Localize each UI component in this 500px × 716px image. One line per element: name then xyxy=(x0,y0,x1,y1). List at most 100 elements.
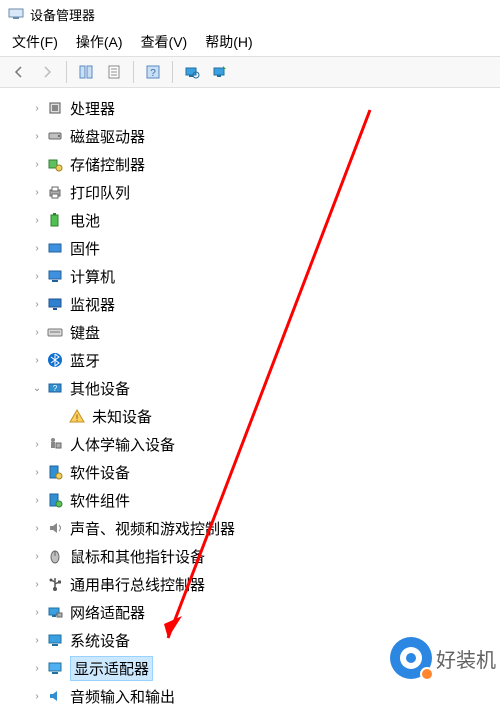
chevron-right-icon[interactable]: › xyxy=(30,549,44,563)
titlebar: 设备管理器 xyxy=(0,0,500,28)
tree-item-keyboard[interactable]: › 键盘 xyxy=(30,318,500,346)
tree-item-audio[interactable]: › 音频输入和输出 xyxy=(30,682,500,710)
chevron-right-icon[interactable]: › xyxy=(30,325,44,339)
chevron-right-icon[interactable]: › xyxy=(30,661,44,675)
tree-item-computer[interactable]: › 计算机 xyxy=(30,262,500,290)
tree-item-label: 计算机 xyxy=(70,266,115,287)
tree-item-label: 固件 xyxy=(70,238,100,259)
tree-item-network[interactable]: › 网络适配器 xyxy=(30,598,500,626)
tree-item-label: 网络适配器 xyxy=(70,602,145,623)
computer-icon xyxy=(46,267,64,285)
separator xyxy=(133,61,134,83)
chevron-right-icon[interactable]: › xyxy=(30,521,44,535)
tree-item-bluetooth[interactable]: › 蓝牙 xyxy=(30,346,500,374)
scan-hardware-button[interactable] xyxy=(179,59,205,85)
window-title: 设备管理器 xyxy=(30,5,95,24)
mouse-icon xyxy=(46,547,64,565)
tree-item-label: 鼠标和其他指针设备 xyxy=(70,546,205,567)
tree-item-usb[interactable]: › 通用串行总线控制器 xyxy=(30,570,500,598)
component-icon xyxy=(46,491,64,509)
tree-item-battery[interactable]: › 电池 xyxy=(30,206,500,234)
monitor-icon xyxy=(46,295,64,313)
watermark-logo xyxy=(390,637,432,679)
tree-item-label: 打印队列 xyxy=(70,182,130,203)
tree-item-other[interactable]: ⌄ ? 其他设备 xyxy=(30,374,500,402)
chevron-right-icon[interactable]: › xyxy=(30,465,44,479)
tree-item-cpu[interactable]: › 处理器 xyxy=(30,94,500,122)
tree-item-label: 其他设备 xyxy=(70,378,130,399)
chevron-right-icon[interactable]: › xyxy=(30,157,44,171)
sound-icon xyxy=(46,519,64,537)
tree-item-label: 通用串行总线控制器 xyxy=(70,574,205,595)
hid-icon xyxy=(46,435,64,453)
battery-icon xyxy=(46,211,64,229)
tree-item-label: 软件组件 xyxy=(70,490,130,511)
tree-item-label: 键盘 xyxy=(70,322,100,343)
help-button[interactable]: ? xyxy=(140,59,166,85)
firmware-icon xyxy=(46,239,64,257)
tree-item-label: 人体学输入设备 xyxy=(70,434,175,455)
svg-text:?: ? xyxy=(53,384,58,393)
chevron-right-icon[interactable]: › xyxy=(30,605,44,619)
chevron-right-icon[interactable]: › xyxy=(30,353,44,367)
tree-item-firmware[interactable]: › 固件 xyxy=(30,234,500,262)
watermark: 好装机 xyxy=(390,637,496,679)
tree-item-mouse[interactable]: › 鼠标和其他指针设备 xyxy=(30,542,500,570)
chevron-right-icon[interactable]: › xyxy=(30,185,44,199)
other-icon: ? xyxy=(46,379,64,397)
chevron-right-icon[interactable]: › xyxy=(30,577,44,591)
audio-icon xyxy=(46,687,64,705)
storage-icon xyxy=(46,155,64,173)
tree-item-label: 未知设备 xyxy=(92,406,152,427)
tree-item-unknown[interactable]: ! 未知设备 xyxy=(30,402,500,430)
menu-file[interactable]: 文件(F) xyxy=(12,32,58,52)
chevron-right-icon[interactable]: › xyxy=(30,689,44,703)
tree-item-monitor[interactable]: › 监视器 xyxy=(30,290,500,318)
system-icon xyxy=(46,631,64,649)
svg-text:!: ! xyxy=(76,413,79,423)
menu-action[interactable]: 操作(A) xyxy=(76,32,123,52)
tree-item-storage[interactable]: › 存储控制器 xyxy=(30,150,500,178)
tree-item-software[interactable]: › 软件设备 xyxy=(30,458,500,486)
chevron-right-icon[interactable]: › xyxy=(30,437,44,451)
chevron-right-icon[interactable]: › xyxy=(30,241,44,255)
warning-icon: ! xyxy=(68,407,86,425)
update-driver-button[interactable] xyxy=(207,59,233,85)
tree-item-hid[interactable]: › 人体学输入设备 xyxy=(30,430,500,458)
chevron-right-icon[interactable]: › xyxy=(30,213,44,227)
chevron-right-icon[interactable]: › xyxy=(30,129,44,143)
chevron-right-icon[interactable]: › xyxy=(30,101,44,115)
tree-item-label: 存储控制器 xyxy=(70,154,145,175)
tree-item-label: 音频输入和输出 xyxy=(70,686,175,707)
chevron-right-icon[interactable]: › xyxy=(30,633,44,647)
toolbar: ? xyxy=(0,56,500,88)
chevron-right-icon[interactable]: › xyxy=(30,297,44,311)
tree-item-label: 电池 xyxy=(70,210,100,231)
menubar: 文件(F) 操作(A) 查看(V) 帮助(H) xyxy=(0,28,500,56)
tree-item-disk[interactable]: › 磁盘驱动器 xyxy=(30,122,500,150)
chevron-right-icon[interactable]: › xyxy=(30,269,44,283)
tree-item-component[interactable]: › 软件组件 xyxy=(30,486,500,514)
no-expander xyxy=(52,409,66,423)
chevron-right-icon[interactable]: › xyxy=(30,493,44,507)
software-icon xyxy=(46,463,64,481)
back-button[interactable] xyxy=(6,59,32,85)
menu-view[interactable]: 查看(V) xyxy=(141,32,188,52)
separator xyxy=(172,61,173,83)
watermark-text: 好装机 xyxy=(436,644,496,673)
tree-item-label: 蓝牙 xyxy=(70,350,100,371)
tree-item-sound[interactable]: › 声音、视频和游戏控制器 xyxy=(30,514,500,542)
bluetooth-icon xyxy=(46,351,64,369)
show-hide-console-button[interactable] xyxy=(73,59,99,85)
tree-item-label: 处理器 xyxy=(70,98,115,119)
chevron-down-icon[interactable]: ⌄ xyxy=(30,381,44,395)
svg-text:?: ? xyxy=(150,68,156,79)
menu-help[interactable]: 帮助(H) xyxy=(205,32,252,52)
properties-button[interactable] xyxy=(101,59,127,85)
forward-button[interactable] xyxy=(34,59,60,85)
usb-icon xyxy=(46,575,64,593)
tree-item-label: 系统设备 xyxy=(70,630,130,651)
tree-item-label: 声音、视频和游戏控制器 xyxy=(70,518,235,539)
tree-item-printer[interactable]: › 打印队列 xyxy=(30,178,500,206)
tree-item-label: 显示适配器 xyxy=(70,656,153,681)
